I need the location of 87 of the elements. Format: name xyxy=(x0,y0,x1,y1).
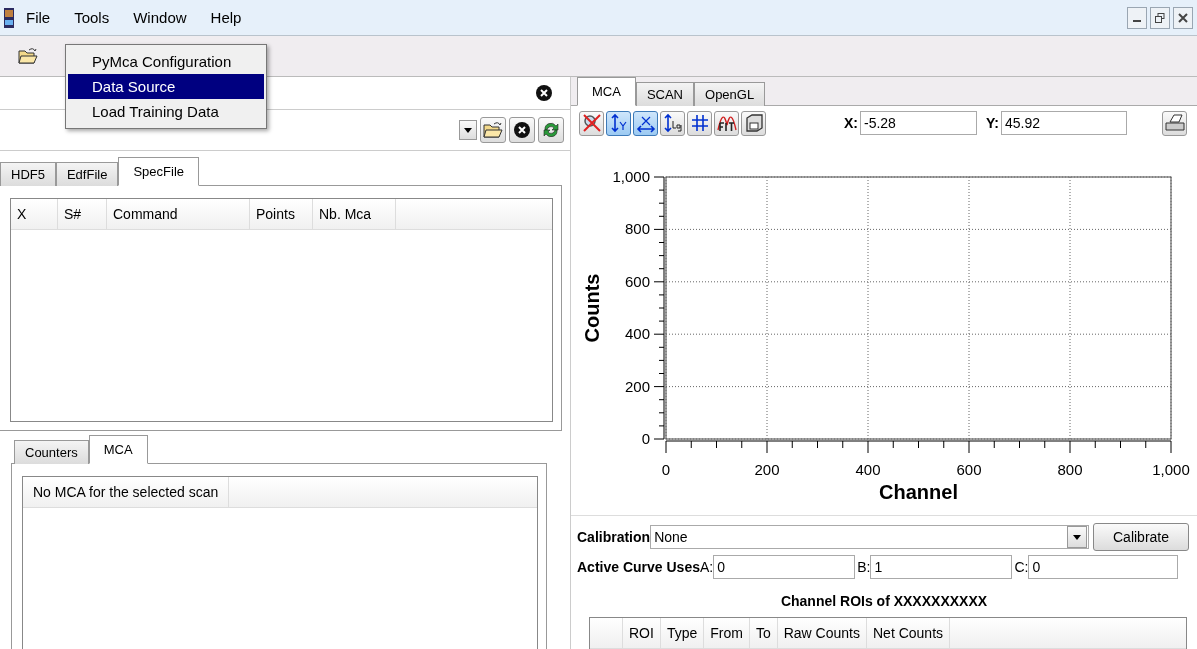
x-tick-label: 1,000 xyxy=(1152,461,1190,478)
coefficient-field[interactable]: 0 xyxy=(713,555,856,579)
save-icon xyxy=(743,113,764,133)
column-header: Nb. Mca xyxy=(313,199,396,229)
column-header: Command xyxy=(107,199,250,229)
restore-icon xyxy=(1155,12,1165,23)
tab[interactable]: Counters xyxy=(14,440,89,464)
column-header: From xyxy=(704,618,750,648)
menu-item[interactable]: Tools xyxy=(62,9,122,26)
y-field[interactable]: 45.92 xyxy=(1000,111,1127,135)
toolbar-button[interactable] xyxy=(714,110,739,136)
coefficient-field[interactable]: 1 xyxy=(870,555,1013,579)
y-axis-label: Counts xyxy=(581,273,603,343)
toolbar-button[interactable] xyxy=(687,110,712,136)
x-tick-label: 600 xyxy=(956,461,982,478)
x-axis-label: Channel xyxy=(879,481,958,503)
minimize-button[interactable] xyxy=(1127,6,1147,29)
tab[interactable]: MCA xyxy=(577,77,636,106)
column-header: To xyxy=(749,618,778,648)
caret-icon xyxy=(1073,534,1081,540)
coefficient-label: C: xyxy=(1014,559,1029,575)
x-tick-label: 0 xyxy=(661,461,671,478)
column-header: ROI xyxy=(623,618,661,648)
y-tick-label: 1,000 xyxy=(612,168,650,185)
tab[interactable]: SpecFile xyxy=(118,157,199,186)
tab[interactable]: MCA xyxy=(88,435,148,464)
grid-icon xyxy=(689,113,710,133)
y-tick-label: 600 xyxy=(624,272,650,290)
menu-item[interactable]: Help xyxy=(198,9,254,26)
tab[interactable]: OpenGL xyxy=(694,82,766,106)
tab[interactable]: HDF5 xyxy=(0,162,56,186)
close-icon xyxy=(1178,12,1188,23)
minimize-icon xyxy=(1133,19,1141,22)
y-tick-label: 0 xyxy=(641,430,650,447)
column-header: Net Counts xyxy=(867,618,951,648)
restore-button[interactable] xyxy=(1150,6,1170,29)
x-tick-label: 200 xyxy=(754,461,780,478)
menu-item[interactable]: PyMca Configuration xyxy=(68,49,264,74)
toolbar-button[interactable] xyxy=(660,110,685,136)
toolbar-button[interactable] xyxy=(633,110,658,136)
menu-item[interactable]: Data Source xyxy=(68,74,264,99)
autoscale-y-icon xyxy=(608,113,629,133)
x-label: X: xyxy=(844,115,858,131)
close-button[interactable] xyxy=(1173,6,1193,29)
coefficient-label: B: xyxy=(857,559,871,575)
menu-item[interactable]: Window xyxy=(121,9,199,26)
toolbar-button[interactable] xyxy=(579,110,604,136)
close-icon xyxy=(514,122,530,138)
active-curve-label: Active Curve Uses xyxy=(577,559,700,575)
refresh-button[interactable] xyxy=(538,117,564,143)
column-header: No MCA for the selected scan xyxy=(23,477,230,507)
column-header: Points xyxy=(250,199,313,229)
reset-zoom-icon xyxy=(581,113,602,133)
x-field[interactable]: -5.28 xyxy=(860,111,977,135)
calibrate-button[interactable]: Calibrate xyxy=(1093,523,1189,551)
column-header: Type xyxy=(660,618,705,648)
calibration-select[interactable]: None xyxy=(650,525,1089,549)
toolbar-button[interactable] xyxy=(606,110,631,136)
calibration-label: Calibration xyxy=(577,529,651,545)
menu-item[interactable]: Load Training Data xyxy=(68,99,264,124)
x-tick-label: 800 xyxy=(1057,461,1083,478)
close-icon[interactable] xyxy=(536,85,552,101)
y-label: Y: xyxy=(986,115,999,131)
dropdown-button[interactable] xyxy=(459,120,477,140)
printer-icon xyxy=(1164,114,1185,132)
close-source-button[interactable] xyxy=(509,117,535,143)
menu-item[interactable]: File xyxy=(14,9,63,26)
column-header: Raw Counts xyxy=(777,618,867,648)
app-icon xyxy=(4,7,14,28)
tab[interactable]: EdfFile xyxy=(55,162,119,186)
coefficient-label: A: xyxy=(699,559,714,575)
y-tick-label: 800 xyxy=(624,220,650,238)
tab[interactable]: SCAN xyxy=(635,82,694,106)
fit-curve-icon xyxy=(716,113,737,133)
y-tick-label: 400 xyxy=(624,325,650,343)
y-tick-label: 200 xyxy=(624,377,650,395)
column-header: X xyxy=(11,199,58,229)
caret-icon xyxy=(464,127,472,133)
refresh-icon xyxy=(542,121,560,139)
log-scale-icon xyxy=(662,113,683,133)
column-header: S# xyxy=(58,199,107,229)
coefficient-field[interactable]: 0 xyxy=(1028,555,1179,579)
open-folder-icon[interactable] xyxy=(18,47,38,65)
roi-title: Channel ROIs of XXXXXXXXXX xyxy=(779,592,989,611)
print-button[interactable] xyxy=(1162,110,1187,136)
x-tick-label: 400 xyxy=(855,461,881,478)
toolbar-button[interactable] xyxy=(741,110,766,136)
